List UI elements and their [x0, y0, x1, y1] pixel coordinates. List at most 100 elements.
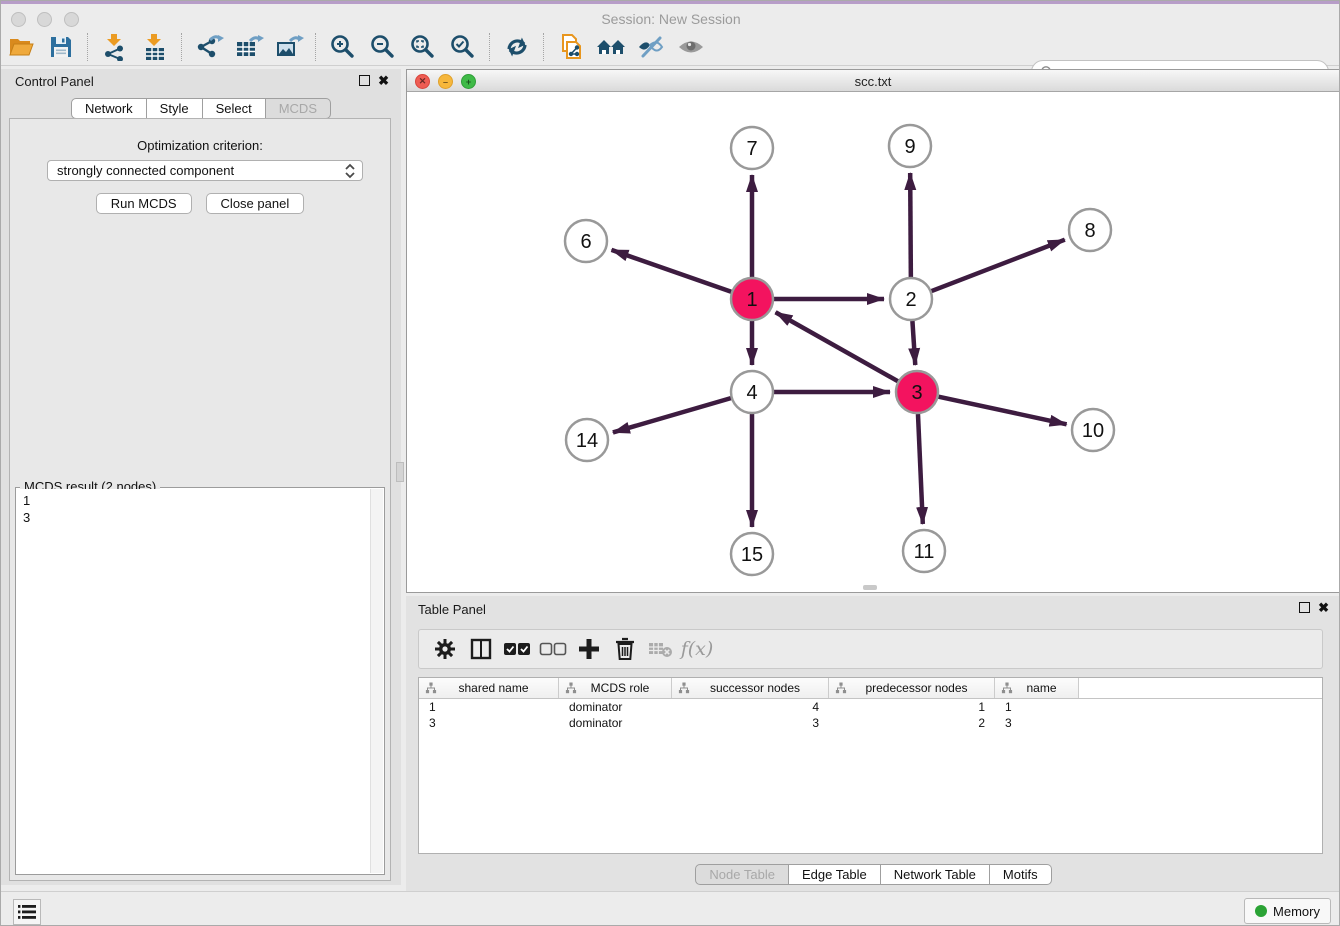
close-panel-icon[interactable]: ✖	[1318, 603, 1329, 613]
task-history-button[interactable]	[13, 899, 41, 925]
tab-select[interactable]: Select	[203, 98, 266, 119]
select-stepper-icon	[342, 162, 358, 180]
tab-network[interactable]: Network	[71, 98, 147, 119]
graph-edge-2-9[interactable]	[910, 173, 911, 277]
tab-motifs[interactable]: Motifs	[990, 864, 1052, 885]
deselect-all-icon[interactable]	[535, 633, 571, 665]
graph-edge-2-3[interactable]	[912, 321, 915, 365]
criterion-select[interactable]: strongly connected component	[47, 160, 363, 181]
select-all-icon[interactable]	[499, 633, 535, 665]
optimization-criterion-label: Optimization criterion:	[10, 138, 390, 153]
table-cell[interactable]: 3	[995, 716, 1079, 730]
result-scrollbar[interactable]	[370, 489, 383, 873]
show-columns-icon[interactable]	[463, 633, 499, 665]
table-panel-tabs: Node TableEdge TableNetwork TableMotifs	[406, 864, 1340, 885]
show-hidden-icon[interactable]	[674, 32, 708, 62]
import-network-icon[interactable]	[98, 32, 132, 62]
status-bar: Memory	[1, 891, 1340, 926]
table-cell[interactable]: 1	[829, 700, 995, 714]
table-cell[interactable]: 2	[829, 716, 995, 730]
canvas-hscroll-thumb[interactable]	[863, 585, 877, 590]
toolbar-separator	[543, 33, 545, 61]
show-all-icon[interactable]	[594, 32, 628, 62]
table-cell[interactable]: 4	[672, 700, 829, 714]
graph-edge-3-1[interactable]	[776, 312, 898, 381]
table-row[interactable]: 1dominator411	[419, 699, 1322, 715]
column-header-successor-nodes[interactable]: successor nodes	[672, 678, 829, 698]
add-row-icon[interactable]	[571, 633, 607, 665]
control-panel-tabs: NetworkStyleSelectMCDS	[1, 98, 401, 119]
table-cell[interactable]: 3	[419, 716, 559, 730]
table-cell[interactable]: 3	[672, 716, 829, 730]
apply-layout-icon[interactable]	[500, 32, 534, 62]
table-cell[interactable]: 1	[419, 700, 559, 714]
control-panel-title: Control Panel	[15, 74, 94, 89]
graph-edge-3-11[interactable]	[918, 414, 923, 524]
table-row[interactable]: 3dominator323	[419, 715, 1322, 731]
column-label: predecessor nodes	[847, 681, 994, 695]
memory-button[interactable]: Memory	[1244, 898, 1331, 924]
column-flow-icon	[678, 682, 690, 694]
tab-style[interactable]: Style	[147, 98, 203, 119]
mcds-tab-content: Optimization criterion: strongly connect…	[9, 118, 391, 881]
float-panel-icon[interactable]	[1299, 602, 1310, 613]
float-panel-icon[interactable]	[359, 75, 370, 86]
table-cell[interactable]: 1	[995, 700, 1079, 714]
table-panel: Table Panel ✖	[406, 596, 1340, 891]
zoom-in-icon[interactable]	[326, 32, 360, 62]
import-table-icon[interactable]	[138, 32, 172, 62]
save-session-icon[interactable]	[44, 32, 78, 62]
graph-node-label: 11	[914, 541, 935, 563]
delete-table-icon[interactable]	[643, 633, 679, 665]
toolbar-separator	[315, 33, 317, 61]
column-label: name	[1013, 681, 1078, 695]
graph-edge-4-14[interactable]	[613, 398, 731, 432]
panel-splitter-grip[interactable]	[396, 462, 404, 482]
graph-node-label: 2	[905, 289, 916, 311]
mcds-actions: Run MCDS Close panel	[10, 193, 390, 214]
zoom-out-icon[interactable]	[366, 32, 400, 62]
export-image-icon[interactable]	[272, 32, 306, 62]
toolbar-separator	[87, 33, 89, 61]
table-toolbar: f(x)	[418, 629, 1323, 669]
network-window-titlebar[interactable]: ✕ – + scc.txt	[407, 70, 1339, 92]
graph-edge-2-8[interactable]	[932, 240, 1065, 291]
graph-edge-3-10[interactable]	[939, 397, 1067, 425]
column-header-MCDS-role[interactable]: MCDS role	[559, 678, 672, 698]
function-builder-icon[interactable]: f(x)	[679, 633, 715, 665]
table-cell[interactable]: dominator	[559, 700, 672, 714]
open-file-icon[interactable]	[4, 32, 38, 62]
window-title: Session: New Session	[1, 11, 1340, 27]
column-header-name[interactable]: name	[995, 678, 1079, 698]
table-settings-icon[interactable]	[427, 633, 463, 665]
mcds-result-box: MCDS result (2 nodes) 13	[15, 487, 385, 875]
export-table-icon[interactable]	[232, 32, 266, 62]
column-flow-icon	[835, 682, 847, 694]
tab-mcds[interactable]: MCDS	[266, 98, 331, 119]
duplicate-network-icon[interactable]	[554, 32, 588, 62]
hide-selected-icon[interactable]	[634, 32, 668, 62]
zoom-selected-icon[interactable]	[446, 32, 480, 62]
zoom-fit-icon[interactable]	[406, 32, 440, 62]
delete-icon[interactable]	[607, 633, 643, 665]
tab-edge-table[interactable]: Edge Table	[789, 864, 881, 885]
table-cell[interactable]: dominator	[559, 716, 672, 730]
run-mcds-button[interactable]: Run MCDS	[96, 193, 192, 214]
mcds-result-list: 13	[17, 489, 371, 873]
network-canvas[interactable]: 1234678910111415	[407, 92, 1339, 592]
control-panel: Control Panel ✖ NetworkStyleSelectMCDS O…	[1, 69, 401, 885]
graph-node-label: 9	[904, 136, 915, 158]
tab-network-table[interactable]: Network Table	[881, 864, 990, 885]
graph-edge-1-6[interactable]	[611, 250, 731, 292]
column-header-predecessor-nodes[interactable]: predecessor nodes	[829, 678, 995, 698]
graph-node-label: 10	[1082, 420, 1104, 442]
graph-node-label: 4	[746, 382, 757, 404]
column-header-shared-name[interactable]: shared name	[419, 678, 559, 698]
graph-node-label: 14	[576, 430, 598, 452]
memory-label: Memory	[1273, 904, 1320, 919]
close-panel-icon[interactable]: ✖	[378, 76, 389, 86]
tab-node-table[interactable]: Node Table	[695, 864, 789, 885]
close-panel-button[interactable]: Close panel	[206, 193, 305, 214]
window-titlebar: Session: New Session	[1, 4, 1340, 30]
export-network-icon[interactable]	[192, 32, 226, 62]
